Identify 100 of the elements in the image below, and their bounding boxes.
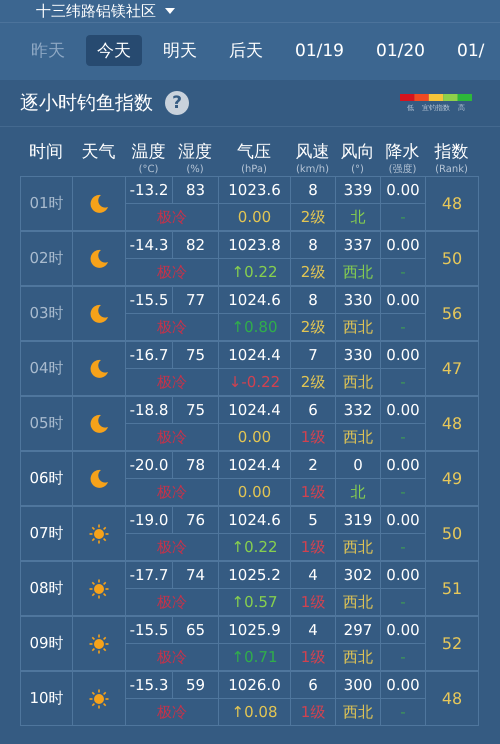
table-cell: 1025.2 xyxy=(219,562,291,589)
section-title: 逐小时钓鱼指数 xyxy=(20,91,153,116)
table-cell: 8 xyxy=(291,177,336,204)
table-cell: 1023.8 xyxy=(219,232,291,259)
index-scale-bar xyxy=(400,94,472,100)
table-cell: ↑0.22 xyxy=(219,534,291,561)
table-cell: -13.2 xyxy=(126,177,173,204)
table-cell: - xyxy=(381,699,426,726)
day-tab[interactable]: 01/ xyxy=(446,36,496,64)
column-header: 时间 xyxy=(29,141,63,163)
table-cell: 西北 xyxy=(336,424,381,451)
table-cell: 0.00 xyxy=(219,479,291,506)
table-cell: - xyxy=(381,534,426,561)
table-cell: - xyxy=(381,589,426,616)
day-tab[interactable]: 01/19 xyxy=(284,36,355,64)
table-cell: 330 xyxy=(336,342,381,369)
table-cell: 4 xyxy=(291,617,336,644)
column-header: 天气 xyxy=(82,141,116,163)
help-button[interactable]: ? xyxy=(165,91,189,115)
location-title[interactable]: 十三纬路铝镁社区 xyxy=(36,2,156,20)
day-tab[interactable]: 后天 xyxy=(218,35,274,66)
table-cell: 59 xyxy=(173,672,219,699)
table-cell: 0.00 xyxy=(381,452,426,479)
column-unit: (°C) xyxy=(138,163,158,176)
table-cell: 1024.4 xyxy=(219,397,291,424)
table-cell: 1级 xyxy=(291,534,336,561)
table-cell: - xyxy=(381,644,426,671)
table-cell: ↑0.22 xyxy=(219,259,291,286)
time-cell: 09时 xyxy=(21,617,73,671)
time-cell: 05时 xyxy=(21,397,73,451)
column-header: 风速 xyxy=(296,141,330,163)
table-cell: 极冷 xyxy=(126,479,219,506)
table-cell: 0.00 xyxy=(381,562,426,589)
table-cell: 北 xyxy=(336,479,381,506)
table-cell: 337 xyxy=(336,232,381,259)
table-cell: 4 xyxy=(291,562,336,589)
column-unit: (°) xyxy=(351,163,364,176)
table-cell: -14.3 xyxy=(126,232,173,259)
table-cell: 7 xyxy=(291,342,336,369)
table-cell: 83 xyxy=(173,177,219,204)
table-cell: 西北 xyxy=(336,369,381,396)
table-cell: 50 xyxy=(426,232,479,286)
table-cell: 0.00 xyxy=(381,342,426,369)
table-cell: 1级 xyxy=(291,644,336,671)
table-cell: 西北 xyxy=(336,589,381,616)
table-cell: 0.00 xyxy=(381,672,426,699)
table-cell: 78 xyxy=(173,452,219,479)
table-cell: 0.00 xyxy=(381,397,426,424)
table-cell: 48 xyxy=(426,177,479,231)
table-cell: 339 xyxy=(336,177,381,204)
table-cell: - xyxy=(381,424,426,451)
table-cell: 56 xyxy=(426,287,479,341)
table-cell: ↑0.80 xyxy=(219,314,291,341)
table-cell: 西北 xyxy=(336,644,381,671)
table-cell: 北 xyxy=(336,204,381,231)
table-cell: 51 xyxy=(426,562,479,616)
table-cell: -20.0 xyxy=(126,452,173,479)
table-cell: 6 xyxy=(291,397,336,424)
table-cell: 极冷 xyxy=(126,534,219,561)
table-cell: -15.5 xyxy=(126,287,173,314)
table-cell: 8 xyxy=(291,232,336,259)
caret-icon[interactable] xyxy=(164,7,176,15)
column-unit: (Rank) xyxy=(435,163,468,176)
table-cell: 2 xyxy=(291,452,336,479)
table-cell: 0.00 xyxy=(381,507,426,534)
table-cell: - xyxy=(381,314,426,341)
day-tab[interactable]: 今天 xyxy=(86,35,142,66)
table-cell: - xyxy=(381,479,426,506)
table-cell: 0.00 xyxy=(381,617,426,644)
table-cell: 65 xyxy=(173,617,219,644)
column-unit: (强度) xyxy=(388,163,416,176)
time-cell: 10时 xyxy=(21,672,73,726)
table-cell: 332 xyxy=(336,397,381,424)
table-cell: 75 xyxy=(173,342,219,369)
table-cell: 52 xyxy=(426,617,479,671)
table-cell: 6 xyxy=(291,672,336,699)
table-cell: 330 xyxy=(336,287,381,314)
table-cell: 1级 xyxy=(291,589,336,616)
time-cell: 01时 xyxy=(21,177,73,231)
table-cell: 西北 xyxy=(336,534,381,561)
table-cell: 5 xyxy=(291,507,336,534)
table-cell: 0.00 xyxy=(381,177,426,204)
table-cell: 82 xyxy=(173,232,219,259)
time-cell: 06时 xyxy=(21,452,73,506)
table-cell: ↓-0.22 xyxy=(219,369,291,396)
table-cell: 西北 xyxy=(336,314,381,341)
time-cell: 08时 xyxy=(21,562,73,616)
day-tab[interactable]: 01/20 xyxy=(365,36,436,64)
day-tab[interactable]: 明天 xyxy=(152,35,208,66)
table-cell: 0.00 xyxy=(381,287,426,314)
table-cell: 2级 xyxy=(291,314,336,341)
table-cell: -17.7 xyxy=(126,562,173,589)
time-cell: 04时 xyxy=(21,342,73,396)
table-cell: 极冷 xyxy=(126,369,219,396)
table-cell: 极冷 xyxy=(126,204,219,231)
time-cell: 03时 xyxy=(21,287,73,341)
column-header: 风向 xyxy=(340,141,374,163)
table-cell: 1025.9 xyxy=(219,617,291,644)
table-cell: 1级 xyxy=(291,424,336,451)
table-cell: 1026.0 xyxy=(219,672,291,699)
